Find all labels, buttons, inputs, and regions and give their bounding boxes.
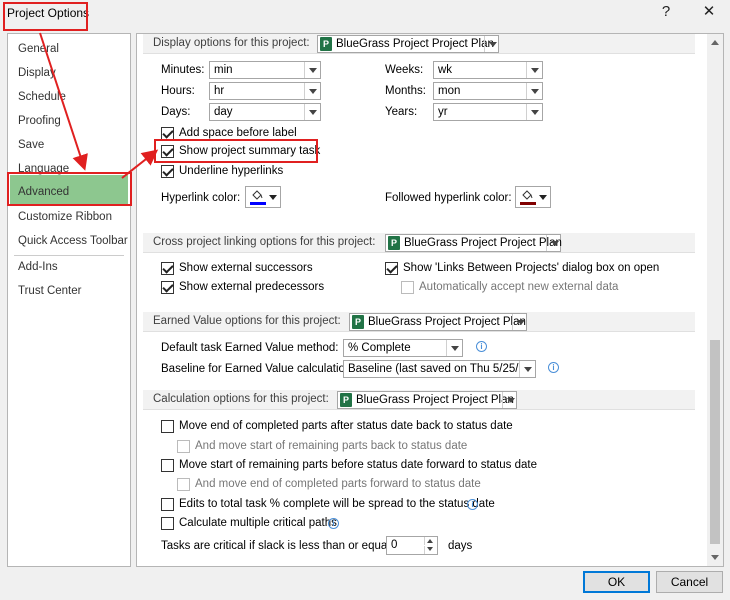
arrow-to-advanced: [39, 32, 88, 171]
arrow-to-show-summary: [121, 149, 159, 179]
annotation-arrows: [39, 32, 159, 179]
